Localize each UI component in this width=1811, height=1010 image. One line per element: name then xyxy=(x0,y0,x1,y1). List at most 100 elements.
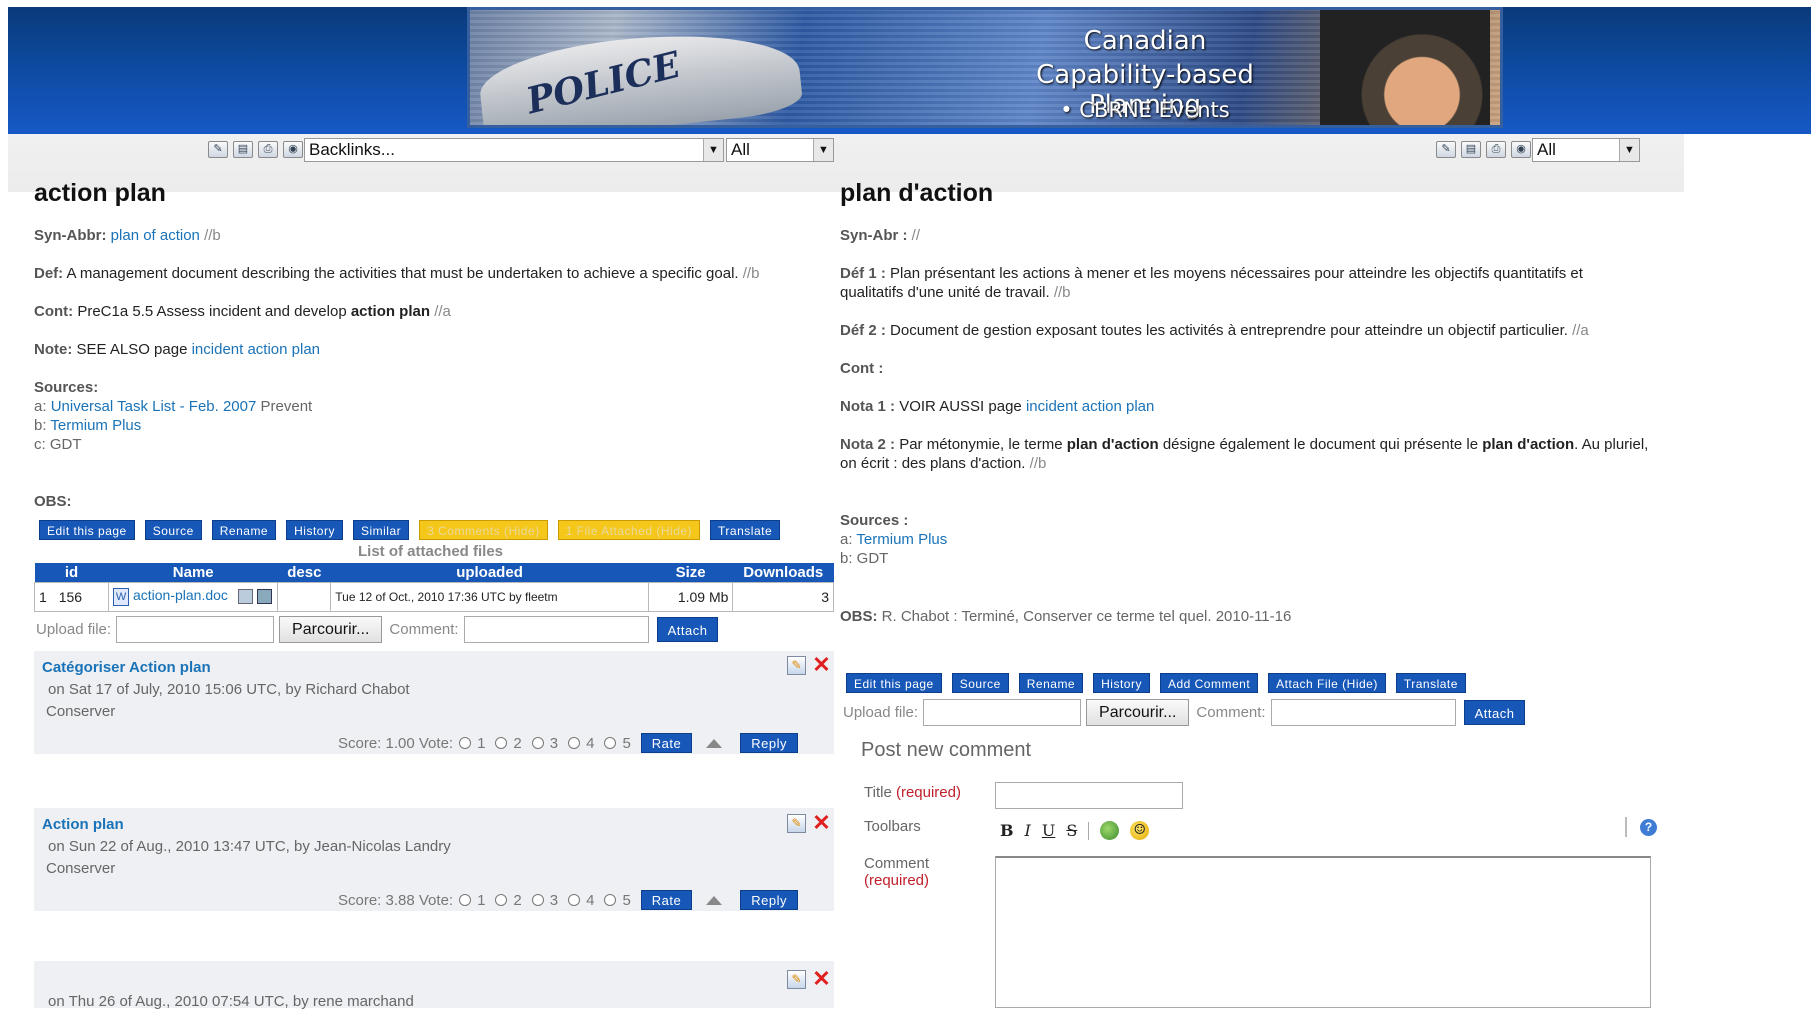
note-link[interactable]: incident action plan xyxy=(192,341,320,358)
attach-button[interactable]: Attach xyxy=(1463,700,1526,725)
edit-comment-icon[interactable]: ✎ xyxy=(787,814,806,833)
notepad-icon[interactable]: ▤ xyxy=(233,141,253,158)
def2-trail: //a xyxy=(1572,322,1589,339)
syn-link[interactable]: plan of action xyxy=(111,227,200,244)
attach-button[interactable]: Attach xyxy=(656,617,719,642)
translate-button[interactable]: Translate xyxy=(1395,673,1466,693)
italic-button[interactable]: I xyxy=(1025,821,1031,840)
delete-comment-icon[interactable]: ✕ xyxy=(812,812,831,834)
attach-file-toggle-button[interactable]: Attach File (Hide) xyxy=(1268,673,1386,693)
word-doc-icon: W xyxy=(113,587,130,606)
upload-comment-input[interactable] xyxy=(463,616,649,643)
print-icon[interactable]: ⎙ xyxy=(1486,141,1506,158)
toolbar-end-divider xyxy=(1625,817,1627,837)
comment-textarea[interactable] xyxy=(995,856,1651,1008)
file-name-cell: W action-plan.doc xyxy=(108,581,279,612)
left-upload-row: Upload file: Parcourir... Comment: Attac… xyxy=(36,616,719,643)
file-name-link[interactable]: action-plan.doc xyxy=(133,587,228,603)
nota1-link[interactable]: incident action plan xyxy=(1026,398,1154,415)
edit-icon[interactable]: ✎ xyxy=(208,141,228,158)
source-b-prefix: b: xyxy=(34,417,47,434)
backlinks-select[interactable]: Backlinks... ▼ xyxy=(304,138,724,162)
title-label-text: Title xyxy=(864,784,892,801)
file-row-number: 1 xyxy=(39,588,47,605)
bold-button[interactable]: B xyxy=(1000,821,1014,840)
upload-file-input[interactable] xyxy=(923,699,1082,726)
comment-score-row: Score: 1.00 Vote: 1 2 3 4 5 Rate Reply xyxy=(338,733,799,753)
comments-toggle-button[interactable]: 3 Comments (Hide) xyxy=(419,520,548,540)
edit-page-button[interactable]: Edit this page xyxy=(39,520,135,540)
vote-radio-1[interactable]: 1 xyxy=(459,892,485,909)
collapse-up-icon[interactable] xyxy=(706,738,723,748)
edit-comment-icon[interactable]: ✎ xyxy=(787,656,806,675)
underline-button[interactable]: U xyxy=(1042,821,1055,840)
delete-comment-icon[interactable]: ✕ xyxy=(812,654,831,676)
vote-radio-4[interactable]: 4 xyxy=(568,735,594,752)
vote-radio-3[interactable]: 3 xyxy=(531,735,558,752)
vote-radio-5[interactable]: 5 xyxy=(604,735,631,752)
obs-text-fr: R. Chabot : Terminé, Conserver ce terme … xyxy=(881,608,1292,625)
upload-file-input[interactable] xyxy=(116,616,275,643)
save-file-icon[interactable] xyxy=(256,589,272,605)
toolbar-divider xyxy=(1088,821,1090,840)
def-text: A management document describing the act… xyxy=(66,265,739,282)
file-id: 156 xyxy=(58,588,83,605)
notepad-icon[interactable]: ▤ xyxy=(1461,141,1481,158)
help-icon[interactable]: ? xyxy=(1640,819,1657,836)
rate-button[interactable]: Rate xyxy=(640,733,693,753)
definition-field: Def: A management document describing th… xyxy=(34,264,834,283)
reply-button[interactable]: Reply xyxy=(740,890,799,910)
right-filter-select[interactable]: All ▼ xyxy=(1532,138,1640,162)
upload-label: Upload file: xyxy=(843,704,919,721)
eye-icon[interactable]: ◉ xyxy=(1511,141,1531,158)
collapse-up-icon[interactable] xyxy=(706,895,723,905)
rename-button[interactable]: Rename xyxy=(211,520,277,540)
files-toggle-button[interactable]: 1 File Attached (Hide) xyxy=(557,520,701,540)
similar-button[interactable]: Similar xyxy=(352,520,410,540)
comment-title-input[interactable] xyxy=(995,782,1183,809)
comment-title[interactable]: Action plan xyxy=(42,816,124,833)
browse-button[interactable]: Parcourir... xyxy=(1086,699,1190,726)
edit-comment-icon[interactable]: ✎ xyxy=(787,970,806,989)
add-comment-button[interactable]: Add Comment xyxy=(1159,673,1259,693)
source-a-link-fr[interactable]: Termium Plus xyxy=(856,531,947,548)
rate-button[interactable]: Rate xyxy=(640,890,693,910)
cont-trail: //a xyxy=(434,303,451,320)
edit-icon[interactable]: ✎ xyxy=(1436,141,1456,158)
history-button[interactable]: History xyxy=(286,520,343,540)
upload-comment-input[interactable] xyxy=(1270,699,1456,726)
vote-radio-2[interactable]: 2 xyxy=(495,892,522,909)
strikethrough-button[interactable]: S xyxy=(1066,821,1077,840)
vote-radio-1[interactable]: 1 xyxy=(459,735,485,752)
vote-radio-4[interactable]: 4 xyxy=(568,892,594,909)
obs-field-en: OBS: xyxy=(34,492,72,511)
right-upload-row: Upload file: Parcourir... Comment: Attac… xyxy=(843,699,1526,726)
translate-button[interactable]: Translate xyxy=(710,520,781,540)
print-icon[interactable]: ⎙ xyxy=(258,141,278,158)
file-desc-cell xyxy=(277,581,332,612)
browse-button[interactable]: Parcourir... xyxy=(279,616,383,643)
view-file-icon[interactable] xyxy=(237,589,253,605)
comment-title[interactable]: Catégoriser Action plan xyxy=(42,659,211,676)
vote-radio-5[interactable]: 5 xyxy=(604,892,631,909)
source-a-link[interactable]: Universal Task List - Feb. 2007 xyxy=(51,398,257,415)
def-label: Def: xyxy=(34,265,64,282)
reply-button[interactable]: Reply xyxy=(740,733,799,753)
special-chars-icon[interactable] xyxy=(1100,821,1120,840)
vote-radio-2[interactable]: 2 xyxy=(495,735,522,752)
context-field: Cont: PreC1a 5.5 Assess incident and dev… xyxy=(34,302,451,321)
rename-button[interactable]: Rename xyxy=(1018,673,1084,693)
edit-page-button[interactable]: Edit this page xyxy=(846,673,942,693)
eye-icon[interactable]: ◉ xyxy=(283,141,303,158)
vote-radio-3[interactable]: 3 xyxy=(531,892,558,909)
firefighter-image xyxy=(1320,10,1490,125)
source-button[interactable]: Source xyxy=(951,673,1009,693)
smiley-icon[interactable]: ☺ xyxy=(1130,821,1150,840)
comment-body: Conserver xyxy=(46,860,116,877)
upload-comment-label: Comment: xyxy=(389,621,459,638)
left-filter-select[interactable]: All ▼ xyxy=(726,138,834,162)
history-button[interactable]: History xyxy=(1093,673,1150,693)
delete-comment-icon[interactable]: ✕ xyxy=(812,968,831,990)
source-button[interactable]: Source xyxy=(144,520,202,540)
source-b-link[interactable]: Termium Plus xyxy=(50,417,141,434)
